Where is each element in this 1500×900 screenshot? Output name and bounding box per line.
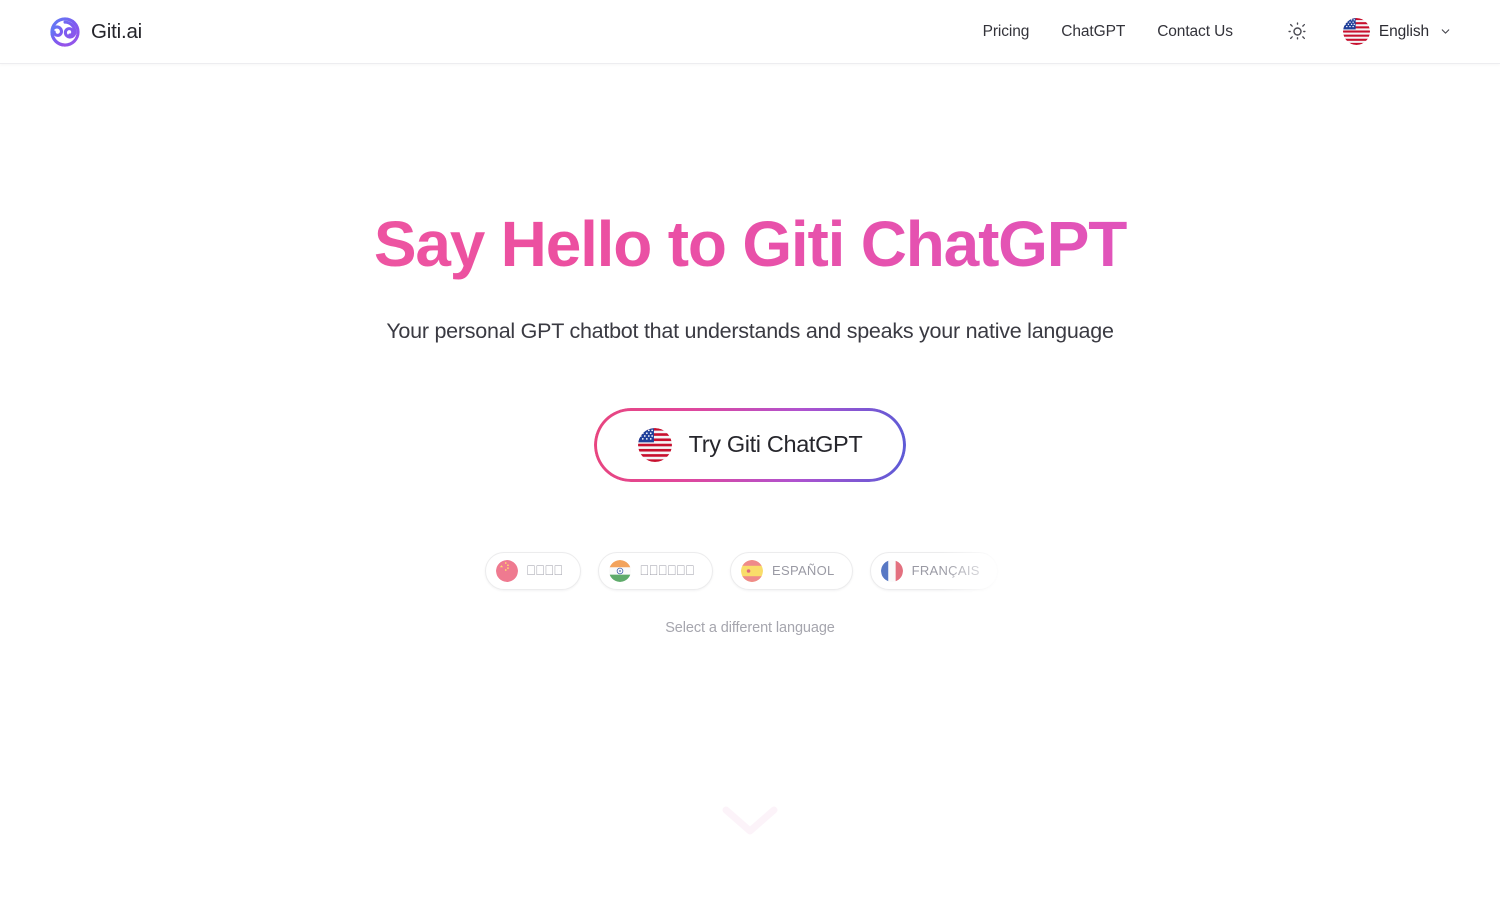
nav-item-pricing[interactable]: Pricing (967, 15, 1046, 49)
spiral-logo-icon (50, 16, 80, 47)
flag-fr-icon (880, 559, 903, 582)
chevron-down-icon (1441, 29, 1450, 34)
language-pill-french[interactable]: FRANÇAIS (869, 551, 998, 590)
language-switcher[interactable]: English (1339, 13, 1456, 50)
language-pill-label: ESPAÑOL (772, 563, 835, 579)
flag-us-icon (637, 427, 672, 462)
nav-links: Pricing ChatGPT Contact Us (967, 15, 1249, 49)
language-pills-row: ⎕⎕⎕⎕ ⎕⎕⎕⎕⎕⎕ ESPAÑOL FRANÇAIS (483, 548, 1017, 594)
site-header: Giti.ai Pricing ChatGPT Contact Us Engli… (0, 0, 1500, 64)
try-giti-chatgpt-button[interactable]: Try Giti ChatGPT (593, 407, 907, 482)
language-pills-viewport: ⎕⎕⎕⎕ ⎕⎕⎕⎕⎕⎕ ESPAÑOL FRANÇAIS (0, 548, 1500, 594)
sun-icon (1288, 22, 1307, 41)
language-pill-label: FRANÇAIS (911, 563, 980, 579)
language-pills-mask: ⎕⎕⎕⎕ ⎕⎕⎕⎕⎕⎕ ESPAÑOL FRANÇAIS (483, 548, 1017, 594)
cta-label: Try Giti ChatGPT (688, 431, 863, 458)
flag-in-icon (609, 559, 632, 582)
flag-us-icon (1342, 18, 1370, 45)
language-pill-chinese[interactable]: ⎕⎕⎕⎕ (485, 551, 582, 590)
scroll-down-chevron-icon[interactable] (718, 800, 782, 840)
theme-toggle-button[interactable] (1279, 13, 1317, 51)
page-title: Say Hello to Giti ChatGPT (0, 208, 1500, 281)
language-pill-spanish[interactable]: ESPAÑOL (730, 551, 853, 590)
cta-container: Try Giti ChatGPT (0, 407, 1500, 482)
brand-name: Giti.ai (91, 19, 143, 43)
nav-item-contact-us[interactable]: Contact Us (1141, 15, 1249, 49)
language-pill-label: ⎕⎕⎕⎕⎕⎕ (640, 562, 696, 579)
language-switcher-label: English (1378, 22, 1429, 40)
hero-subtitle: Your personal GPT chatbot that understan… (386, 318, 1114, 343)
brand-logo-link[interactable]: Giti.ai (50, 16, 143, 47)
language-pill-german[interactable] (1014, 551, 1017, 590)
hero-section: Say Hello to Giti ChatGPT Your personal … (0, 64, 1500, 636)
nav-item-chatgpt[interactable]: ChatGPT (1045, 15, 1141, 49)
select-different-language-link[interactable]: Select a different language (0, 620, 1500, 636)
flag-cn-icon (496, 559, 518, 582)
main-nav: Pricing ChatGPT Contact Us English (967, 13, 1456, 51)
language-pill-hindi[interactable]: ⎕⎕⎕⎕⎕⎕ (598, 551, 714, 590)
language-pill-label: ⎕⎕⎕⎕ (527, 562, 564, 579)
flag-es-icon (741, 559, 764, 582)
